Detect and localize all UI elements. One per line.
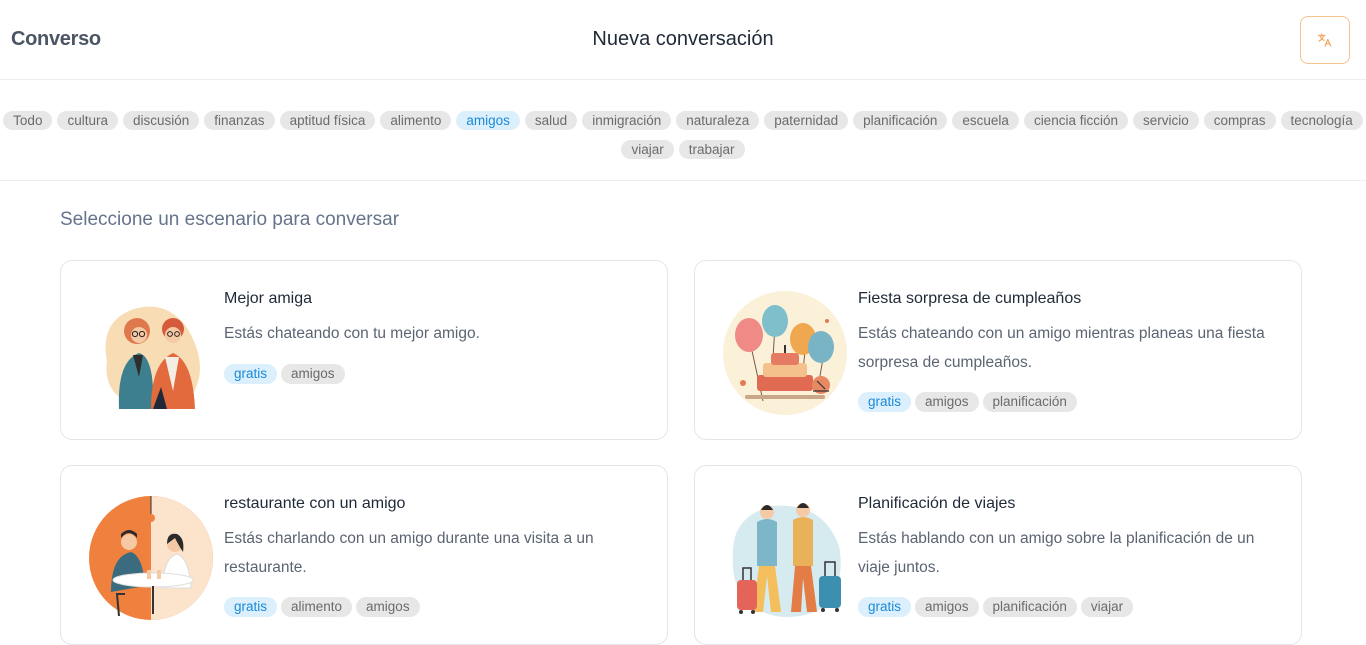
scenario-description: Estás chateando con tu mejor amigo. — [224, 325, 480, 342]
category-tag: planificación — [982, 392, 1077, 412]
scenario-tags: gratis amigos planificación viajar — [858, 597, 1137, 617]
filter-chip[interactable]: trabajar — [678, 140, 745, 160]
top-bar: Converso Nueva conversación — [0, 0, 1366, 80]
scenario-card-best-friend[interactable]: Mejor amiga Estás chateando con tu mejor… — [60, 260, 668, 440]
category-tag: amigos — [356, 597, 420, 617]
filter-chip[interactable]: discusión — [122, 111, 200, 131]
restaurant-illustration — [89, 496, 213, 620]
scenario-title: Mejor amiga — [224, 290, 313, 307]
scenario-description: Estás hablando con un amigo sobre la pla… — [858, 530, 1255, 576]
filter-chip[interactable]: escuela — [952, 111, 1019, 131]
category-tag: viajar — [1080, 597, 1134, 617]
filter-chip[interactable]: tecnología — [1280, 111, 1363, 131]
filter-chip[interactable]: servicio — [1132, 111, 1199, 131]
filter-chip[interactable]: Todo — [3, 111, 53, 131]
scenario-card-birthday-party[interactable]: Fiesta sorpresa de cumpleaños Estás chat… — [694, 260, 1302, 440]
free-badge: gratis — [224, 364, 278, 384]
tag-filter-bar: Todo cultura discusión finanzas aptitud físi… — [0, 106, 1366, 164]
travel-illustration — [732, 503, 841, 618]
filter-chip[interactable]: compras — [1203, 111, 1276, 131]
category-tag: planificación — [982, 597, 1077, 617]
filter-chip[interactable]: alimento — [380, 111, 452, 131]
filter-chip[interactable]: naturaleza — [676, 111, 760, 131]
free-badge: gratis — [858, 597, 912, 617]
scenario-card-travel[interactable]: Planificación de viajes Estás hablando c… — [694, 465, 1302, 645]
best-friends-illustration — [105, 306, 200, 409]
category-tag: amigos — [915, 597, 979, 617]
translate-icon — [1317, 33, 1332, 47]
filter-chip[interactable]: paternidad — [764, 111, 849, 131]
filter-chip[interactable]: inmigración — [582, 111, 672, 131]
filter-chip[interactable]: salud — [524, 111, 578, 131]
section-title: Seleccione un escenario para conversar — [60, 209, 400, 230]
scenario-card-restaurant[interactable]: restaurante con un amigo Estás charlando… — [60, 465, 668, 645]
scenario-title: restaurante con un amigo — [224, 495, 406, 512]
category-tag: amigos — [915, 392, 979, 412]
free-badge: gratis — [858, 392, 912, 412]
page-title: Nueva conversación — [592, 28, 774, 50]
scenario-tags: gratis amigos planificación — [858, 392, 1081, 412]
filter-chip[interactable]: cultura — [57, 111, 118, 131]
filter-chip[interactable]: finanzas — [204, 111, 275, 131]
scenario-description: Estás chateando con un amigo mientras pl… — [858, 325, 1265, 371]
scenario-title: Fiesta sorpresa de cumpleaños — [858, 290, 1082, 307]
category-tag: alimento — [281, 597, 353, 617]
scenario-title: Planificación de viajes — [858, 495, 1016, 512]
filter-chip[interactable]: amigos — [456, 111, 520, 131]
filter-chip[interactable]: planificación — [853, 111, 948, 131]
scenario-description: Estás charlando con un amigo durante una… — [224, 530, 594, 576]
section-divider — [0, 180, 1366, 181]
birthday-party-illustration — [723, 291, 847, 415]
free-badge: gratis — [224, 597, 278, 617]
scenario-tags: gratis alimento amigos — [224, 597, 424, 617]
filter-chip[interactable]: ciencia ficción — [1023, 111, 1128, 131]
scenario-tags: gratis amigos — [224, 364, 349, 384]
filter-chip[interactable]: viajar — [621, 140, 674, 160]
category-tag: amigos — [281, 364, 345, 384]
filter-chip[interactable]: aptitud física — [279, 111, 376, 131]
translate-button[interactable] — [1300, 16, 1350, 64]
